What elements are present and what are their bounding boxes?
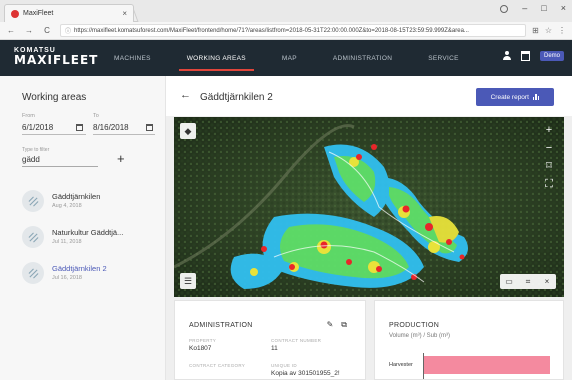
browser-tab[interactable]: MaxiFleet × xyxy=(4,4,134,22)
close-icon[interactable]: × xyxy=(122,9,127,18)
production-axis xyxy=(423,353,424,379)
back-arrow-icon[interactable]: ← xyxy=(180,90,191,101)
area-name: Naturkultur Gäddtjä... xyxy=(52,228,124,237)
layers-icon[interactable]: ◆ xyxy=(180,123,196,139)
map-tools: ▭ ⌗ × xyxy=(500,274,556,289)
contract-number-label: CONTRACT NUMBER xyxy=(271,338,322,343)
list-item[interactable]: Gäddtjärnkilen Aug 4, 2018 xyxy=(22,190,152,216)
property-value: Ko1807 xyxy=(189,345,212,352)
contract-number-value: 11 xyxy=(271,345,278,352)
property-label: PROPERTY xyxy=(189,338,217,343)
production-subtitle: Volume (m³) / Sub (m³) xyxy=(389,333,451,339)
unique-id-label: UNIQUE ID xyxy=(271,363,297,368)
page-title: Gäddtjärnkilen 2 xyxy=(200,92,273,103)
area-date: Jul 16, 2018 xyxy=(52,275,82,281)
to-date-input[interactable]: 8/16/2018 xyxy=(93,123,129,132)
contract-category-label: CONTRACT CATEGORY xyxy=(189,363,246,368)
create-report-button[interactable]: Create report xyxy=(476,88,554,106)
url-text: https://maxifleet.komatsuforest.com/Maxi… xyxy=(74,27,469,34)
minimize-icon[interactable]: – xyxy=(522,3,527,13)
production-category: Harvester xyxy=(389,362,413,368)
back-icon[interactable]: ← xyxy=(4,26,18,35)
main-nav: MACHINES WORKING AREAS MAP ADMINISTRATIO… xyxy=(96,40,477,76)
sidebar-title: Working areas xyxy=(22,92,87,103)
copy-icon[interactable]: ⧉ xyxy=(341,320,347,330)
logo[interactable]: KOMATSU MAXIFLEET xyxy=(14,47,98,66)
browser-tabbar: MaxiFleet × – □ × xyxy=(0,0,572,22)
translate-icon[interactable]: ⊞ xyxy=(532,26,539,35)
calendar-icon[interactable] xyxy=(146,124,153,131)
nav-service[interactable]: SERVICE xyxy=(410,40,477,76)
list-item-selected[interactable]: Gäddtjärnkilen 2 Jul 16, 2018 xyxy=(22,262,152,288)
from-date-input[interactable]: 6/1/2018 xyxy=(22,123,53,132)
area-name: Gäddtjärnkilen 2 xyxy=(52,264,107,273)
map-view[interactable]: ◆ + − ⌑ ⛶ ☰ ▭ ⌗ × xyxy=(174,117,564,297)
nav-machines[interactable]: MACHINES xyxy=(96,40,169,76)
zoom-out-icon[interactable]: − xyxy=(542,141,556,155)
address-bar: ← → C ⓘ https://maxifleet.komatsuforest.… xyxy=(0,22,572,40)
fit-bounds-icon[interactable]: ⌑ xyxy=(542,159,556,173)
menu-icon[interactable]: ⋮ xyxy=(558,26,566,35)
nav-working-areas[interactable]: WORKING AREAS xyxy=(169,40,264,76)
to-label: To xyxy=(93,113,99,119)
ruler-icon[interactable]: ▭ xyxy=(500,274,518,289)
close-icon[interactable]: × xyxy=(538,274,556,289)
list-item[interactable]: Naturkultur Gäddtjä... Jul 11, 2018 xyxy=(22,226,152,252)
logo-product: MAXIFLEET xyxy=(14,53,99,67)
harvester-icon[interactable]: ⌗ xyxy=(519,274,537,289)
forward-icon[interactable]: → xyxy=(22,26,36,35)
area-icon xyxy=(22,226,44,248)
zoom-in-icon[interactable]: + xyxy=(542,123,556,137)
unique-id-value: Kopia av 301501955_2! xyxy=(271,370,340,377)
fullscreen-icon[interactable]: ⛶ xyxy=(542,177,556,191)
production-bar xyxy=(423,356,550,374)
nav-administration[interactable]: ADMINISTRATION xyxy=(315,40,410,76)
demo-badge[interactable]: Demo xyxy=(539,51,564,61)
add-area-button[interactable]: + xyxy=(117,152,125,165)
create-report-label: Create report xyxy=(490,93,529,101)
page-header: ← Gäddtjärnkilen 2 Create report xyxy=(166,76,572,116)
maximize-icon[interactable]: □ xyxy=(541,3,546,13)
organization-icon[interactable] xyxy=(520,51,530,61)
administration-card: ADMINISTRATION ✎ ⧉ PROPERTY Ko1807 CONTR… xyxy=(174,300,366,380)
filter-input[interactable]: gädd xyxy=(22,155,98,167)
app-header: KOMATSU MAXIFLEET MACHINES WORKING AREAS… xyxy=(0,40,572,76)
user-icon[interactable] xyxy=(502,51,511,61)
area-icon xyxy=(22,262,44,284)
list-icon[interactable]: ☰ xyxy=(180,273,196,289)
map-zoom-controls: + − ⌑ ⛶ xyxy=(542,123,556,191)
area-date: Jul 11, 2018 xyxy=(52,239,82,245)
admin-title: ADMINISTRATION xyxy=(189,322,253,329)
sidebar: Working areas From 6/1/2018 To 8/16/2018… xyxy=(0,76,166,380)
from-label: From xyxy=(22,113,35,119)
nav-map[interactable]: MAP xyxy=(264,40,315,76)
url-input[interactable]: ⓘ https://maxifleet.komatsuforest.com/Ma… xyxy=(60,24,527,37)
star-icon[interactable]: ☆ xyxy=(545,26,552,35)
info-icon[interactable]: ⓘ xyxy=(65,26,71,35)
filter-label: Type to filter xyxy=(22,147,50,153)
reload-icon[interactable]: C xyxy=(40,26,54,35)
area-date: Aug 4, 2018 xyxy=(52,203,82,209)
calendar-icon[interactable] xyxy=(76,124,83,131)
window-controls: – □ × xyxy=(500,3,566,13)
account-icon[interactable] xyxy=(500,5,509,13)
area-icon xyxy=(22,190,44,212)
satellite-map[interactable] xyxy=(174,117,564,297)
tab-title: MaxiFleet xyxy=(23,10,54,17)
bar-chart-icon xyxy=(532,94,540,100)
production-title: PRODUCTION xyxy=(389,322,440,329)
favicon-icon xyxy=(11,9,19,18)
area-name: Gäddtjärnkilen xyxy=(52,192,101,201)
production-card: PRODUCTION Volume (m³) / Sub (m³) Harves… xyxy=(374,300,564,380)
close-window-icon[interactable]: × xyxy=(561,3,566,13)
edit-icon[interactable]: ✎ xyxy=(327,320,334,330)
main-content: ← Gäddtjärnkilen 2 Create report ◆ + − ⌑… xyxy=(166,76,572,380)
